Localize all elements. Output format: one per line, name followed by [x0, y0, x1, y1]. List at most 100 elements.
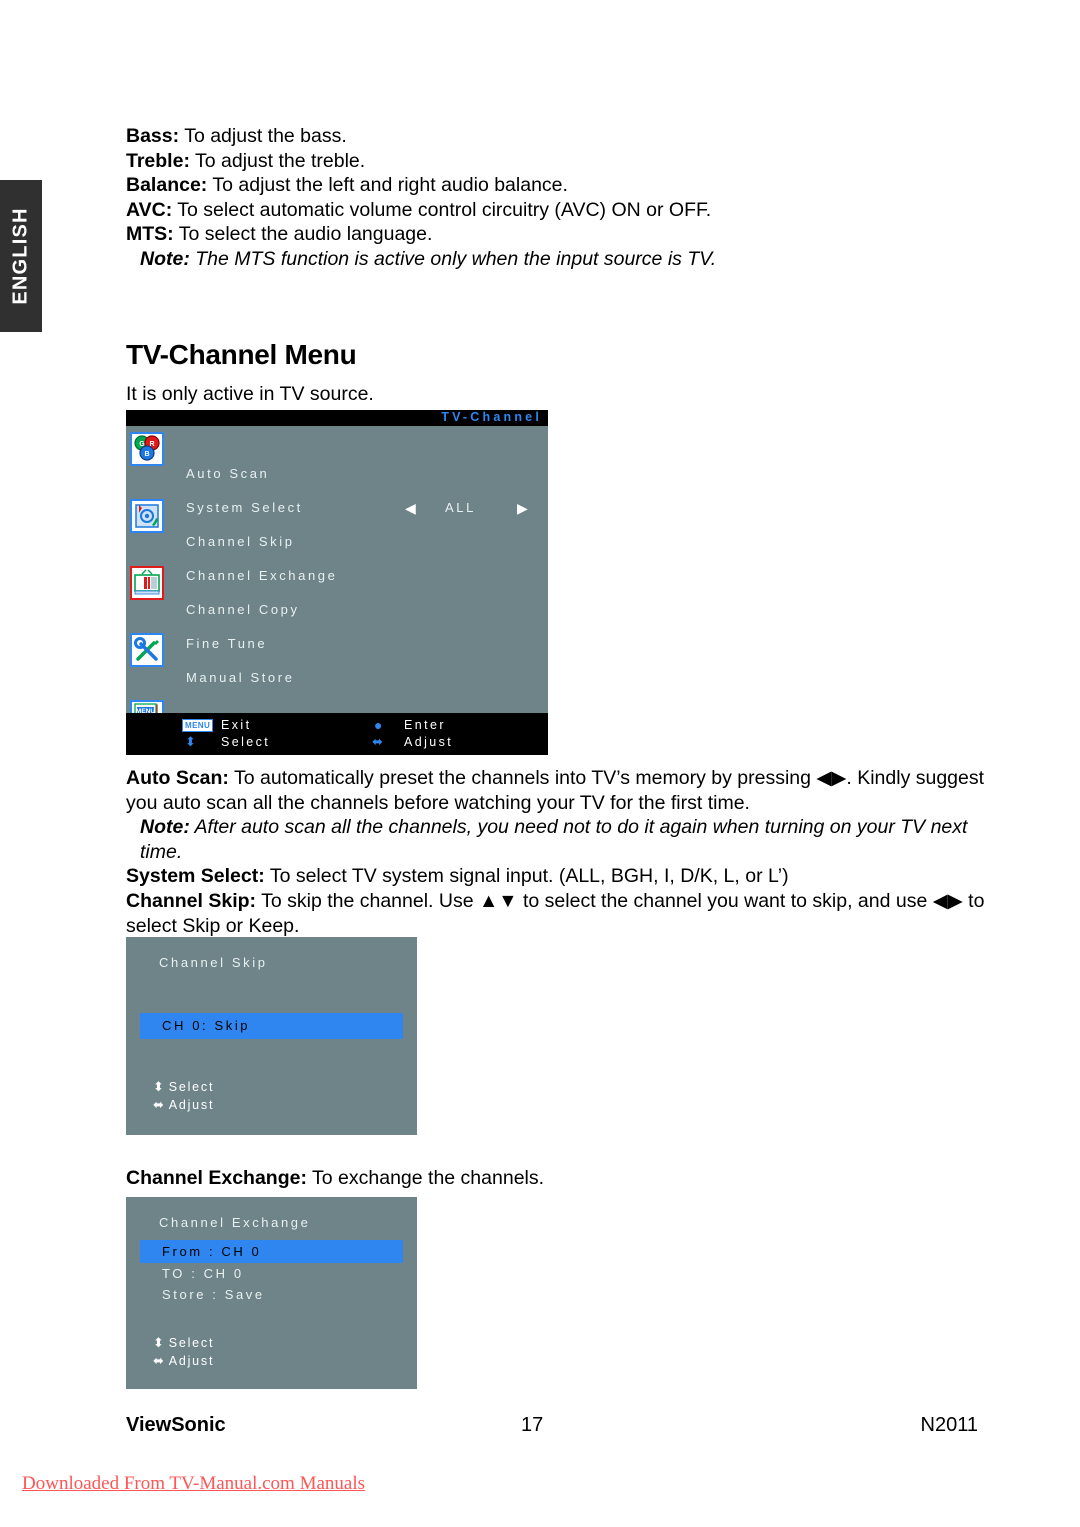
- osd-channel-skip-hint-adjust: ⬌ Adjust: [153, 1096, 214, 1114]
- desc-system-select-term: System Select:: [126, 865, 265, 888]
- audio-setting-bass-term: Bass:: [126, 125, 180, 147]
- section-intro: It is only active in TV source.: [126, 383, 374, 405]
- section-intro-block: It is only active in TV source.: [126, 382, 986, 407]
- osd-footer-enter-label: Enter: [404, 718, 446, 732]
- enter-dot-icon: ●: [374, 717, 383, 733]
- model-number: N2011: [920, 1414, 978, 1436]
- osd-channel-exchange-hint-select: ⬍ Select: [153, 1334, 214, 1352]
- desc-channel-skip: Channel Skip: To skip the channel. Use ▲…: [126, 889, 986, 938]
- osd-menu-item-channel-exchange-label: Channel Exchange: [186, 568, 338, 583]
- osd-menu-item-manual-store[interactable]: Manual Store: [186, 668, 548, 702]
- audio-setting-balance-term: Balance:: [126, 174, 208, 197]
- audio-setting-avc-desc: To select automatic volume control circu…: [172, 198, 712, 221]
- audio-mts-note-desc: The MTS function is active only when the…: [189, 247, 717, 270]
- osd-channel-exchange-row-store[interactable]: Store : Save: [140, 1284, 425, 1306]
- desc-channel-exchange: Channel Exchange: To exchange the channe…: [126, 1166, 986, 1191]
- osd-title: TV-Channel: [441, 410, 542, 424]
- osd-channel-skip[interactable]: Channel Skip CH 0: Skip ⬍ Select ⬌ Adjust: [126, 937, 417, 1135]
- svg-text:B: B: [144, 451, 149, 458]
- osd-menu-item-channel-copy[interactable]: Channel Copy: [186, 600, 548, 634]
- menu-button-chip[interactable]: MENU: [182, 719, 214, 732]
- osd-menu-item-fine-tune-label: Fine Tune: [186, 636, 268, 651]
- osd-channel-skip-title: Channel Skip: [159, 955, 268, 970]
- osd-channel-skip-hint-adjust-label: Adjust: [168, 1098, 215, 1112]
- osd-channel-exchange-hint-select-label: Select: [168, 1336, 215, 1350]
- osd-channel-exchange-row-to[interactable]: TO : CH 0: [140, 1263, 425, 1285]
- brand-name: ViewSonic: [126, 1414, 226, 1436]
- audio-setting-avc: AVC: To select automatic volume control …: [126, 198, 986, 223]
- osd-channel-skip-hint-select: ⬍ Select: [153, 1078, 214, 1096]
- section-header: TV-Channel Menu: [126, 339, 986, 371]
- osd-menu-item-system-select-value: ALL: [445, 500, 476, 515]
- osd-menu-item-channel-skip[interactable]: Channel Skip: [186, 532, 548, 566]
- page-footer: ViewSonic 17 N2011: [126, 1414, 978, 1440]
- osd-menu-item-channel-skip-label: Channel Skip: [186, 534, 295, 549]
- osd-footer-select-label: Select: [221, 735, 271, 749]
- osd-footer-bar: MENU Exit ⬍ Select ● Enter ⬌ Adjust: [126, 713, 548, 755]
- description-block-2: Channel Exchange: To exchange the channe…: [126, 1166, 986, 1191]
- desc-auto-scan-note-term: Note:: [140, 816, 190, 839]
- watermark-link[interactable]: Downloaded From TV-Manual.com Manuals: [22, 1473, 365, 1495]
- desc-system-select-text: To select TV system signal input. (ALL, …: [264, 865, 789, 888]
- audio-setting-mts-desc: To select the audio language.: [173, 223, 433, 246]
- desc-channel-skip-term: Channel Skip:: [126, 889, 257, 912]
- osd-footer-exit-label: Exit: [221, 718, 252, 732]
- desc-auto-scan-text: To automatically preset the channels int…: [126, 767, 985, 814]
- audio-setting-treble-desc: To adjust the treble.: [189, 149, 366, 172]
- osd-tv-channel-menu[interactable]: TV-Channel G R B MENU Auto Scan System S…: [126, 410, 548, 755]
- desc-channel-exchange-text: To exchange the channels.: [306, 1167, 545, 1189]
- tools-icon[interactable]: [130, 633, 164, 667]
- tv-picture-icon[interactable]: [130, 566, 164, 600]
- osd-menu-item-fine-tune[interactable]: Fine Tune: [186, 634, 548, 668]
- desc-auto-scan-term: Auto Scan:: [126, 767, 229, 789]
- rgb-color-icon-glyph: G R B: [134, 435, 160, 461]
- desc-channel-exchange-term: Channel Exchange:: [126, 1167, 307, 1189]
- svg-text:G: G: [139, 441, 145, 448]
- osd-footer-adjust-label: Adjust: [404, 735, 454, 749]
- osd-menu-item-auto-scan[interactable]: Auto Scan: [186, 464, 548, 498]
- audio-icon[interactable]: [130, 499, 164, 533]
- audio-icon-glyph: [135, 504, 159, 528]
- svg-text:R: R: [149, 441, 154, 448]
- osd-channel-exchange-hint-adjust: ⬌ Adjust: [153, 1352, 214, 1370]
- tv-picture-icon-glyph: [134, 569, 160, 595]
- audio-setting-balance-desc: To adjust the left and right audio balan…: [207, 174, 568, 197]
- osd-channel-exchange-title: Channel Exchange: [159, 1215, 311, 1230]
- desc-auto-scan-note: Note: After auto scan all the channels, …: [126, 815, 986, 864]
- osd-channel-exchange-row-from[interactable]: From : CH 0: [140, 1240, 403, 1263]
- osd-channel-skip-hint-select-label: Select: [168, 1080, 215, 1094]
- left-arrow-icon[interactable]: ◀: [405, 500, 416, 516]
- audio-setting-treble-term: Treble:: [126, 149, 190, 172]
- osd-menu-item-channel-exchange[interactable]: Channel Exchange: [186, 566, 548, 600]
- audio-mts-note: Note: The MTS function is active only wh…: [126, 247, 986, 272]
- page-title: TV-Channel Menu: [126, 339, 357, 370]
- language-tab-label: ENGLISH: [9, 207, 32, 305]
- audio-setting-bass: Bass: To adjust the bass.: [126, 124, 986, 149]
- tools-icon-glyph: [134, 637, 159, 661]
- right-arrow-icon[interactable]: ▶: [517, 500, 528, 516]
- osd-channel-skip-highlight-row[interactable]: CH 0: Skip: [140, 1013, 403, 1039]
- up-down-arrows-icon: ⬍: [153, 1335, 166, 1350]
- audio-setting-avc-term: AVC:: [126, 198, 173, 221]
- page-number: 17: [521, 1414, 544, 1436]
- left-right-arrows-icon: ⬌: [372, 734, 383, 749]
- up-down-arrows-icon: ⬍: [153, 1079, 166, 1094]
- audio-setting-mts: MTS: To select the audio language.: [126, 222, 986, 247]
- language-tab: ENGLISH: [0, 180, 42, 332]
- desc-auto-scan-note-text: After auto scan all the channels, you ne…: [140, 816, 968, 863]
- left-right-arrows-icon: ⬌: [153, 1097, 166, 1112]
- audio-setting-treble: Treble: To adjust the treble.: [126, 149, 986, 174]
- osd-menu-item-manual-store-label: Manual Store: [186, 670, 295, 685]
- osd-menu-item-system-select[interactable]: System Select ◀ ALL ▶: [186, 498, 548, 532]
- osd-channel-exchange-hint-adjust-label: Adjust: [168, 1354, 215, 1368]
- audio-mts-note-term: Note:: [140, 247, 190, 270]
- desc-auto-scan: Auto Scan: To automatically preset the c…: [126, 766, 986, 815]
- desc-system-select: System Select: To select TV system signa…: [126, 864, 986, 889]
- osd-menu-item-channel-copy-label: Channel Copy: [186, 602, 300, 617]
- up-down-arrows-icon: ⬍: [185, 734, 196, 749]
- audio-setting-mts-term: MTS:: [126, 223, 174, 246]
- rgb-color-icon[interactable]: G R B: [130, 432, 164, 466]
- description-block-1: Auto Scan: To automatically preset the c…: [126, 766, 986, 938]
- osd-channel-exchange[interactable]: Channel Exchange From : CH 0 TO : CH 0 S…: [126, 1197, 417, 1389]
- osd-titlebar: TV-Channel: [126, 410, 548, 426]
